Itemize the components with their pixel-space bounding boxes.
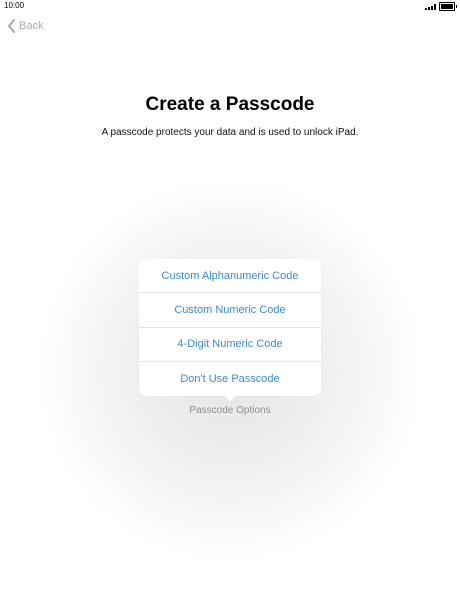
back-label: Back — [19, 20, 44, 32]
passcode-options-link[interactable]: Passcode Options — [0, 405, 460, 416]
chevron-left-icon — [8, 19, 15, 33]
option-custom-numeric-code[interactable]: Custom Numeric Code — [139, 293, 321, 328]
signal-icon — [425, 3, 436, 10]
status-bar: 10:00 — [0, 0, 460, 12]
page-subtitle: A passcode protects your data and is use… — [101, 127, 359, 138]
option-custom-alphanumeric-code[interactable]: Custom Alphanumeric Code — [139, 259, 321, 294]
option-dont-use-passcode[interactable]: Don't Use Passcode — [139, 362, 321, 396]
back-button[interactable]: Back — [7, 19, 43, 33]
menu-pointer-arrow — [224, 395, 236, 401]
battery-icon — [439, 2, 457, 11]
page-title: Create a Passcode — [145, 94, 315, 115]
option-4-digit-numeric-code[interactable]: 4-Digit Numeric Code — [139, 328, 321, 362]
passcode-options-menu: Custom Alphanumeric Code Custom Numeric … — [139, 259, 321, 396]
status-indicators — [425, 2, 457, 11]
status-time: 10:00 — [4, 1, 25, 10]
